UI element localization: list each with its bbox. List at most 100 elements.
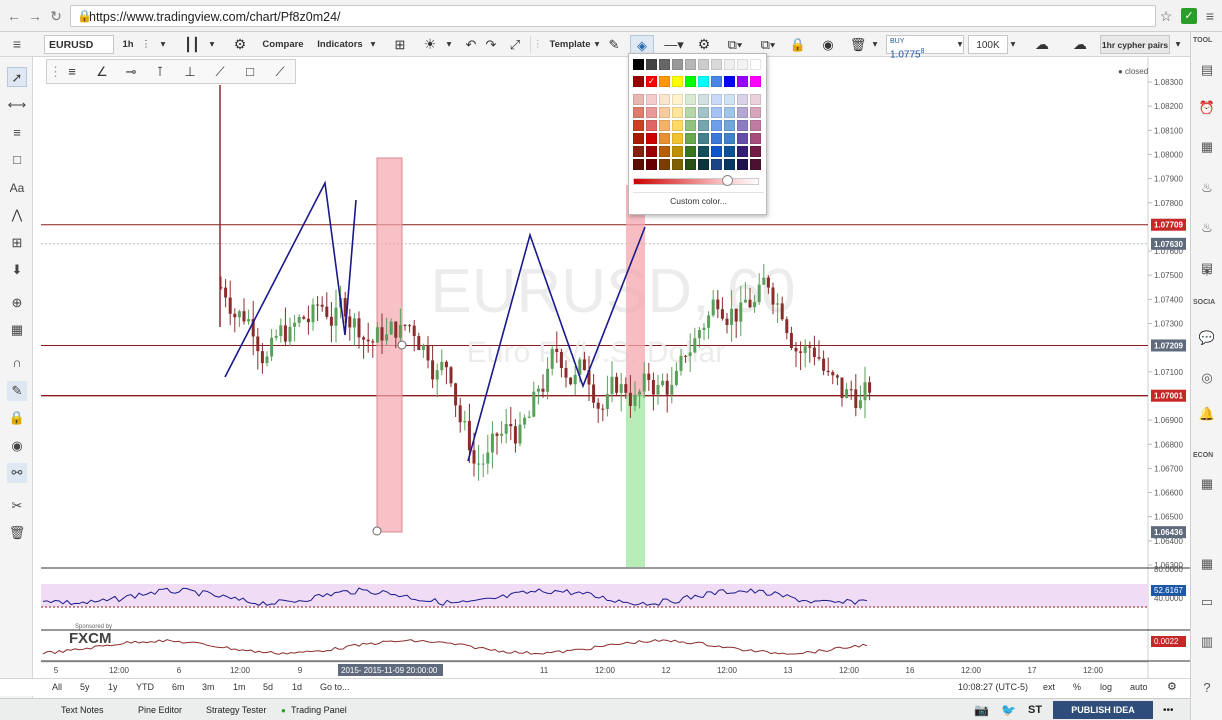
parallel-lines-icon[interactable]: ≡ [7, 123, 27, 143]
color-swatch[interactable] [724, 59, 735, 70]
watchlist-icon[interactable]: ▤ [1197, 60, 1217, 80]
publish-idea-button[interactable]: PUBLISH IDEA [1053, 701, 1153, 719]
alert-icon[interactable]: ⊞ [389, 35, 411, 54]
chevron-down-icon[interactable]: ▾ [156, 35, 170, 54]
color-swatch[interactable] [672, 94, 683, 105]
color-swatch[interactable] [737, 107, 748, 118]
redo-icon[interactable]: ↷ [481, 35, 501, 54]
undo-icon[interactable]: ↶ [461, 35, 481, 54]
color-swatch[interactable] [672, 59, 683, 70]
range-5d[interactable]: 5d [263, 682, 273, 692]
trash-icon[interactable]: 🗑 [7, 523, 27, 543]
line-color-icon[interactable]: ✎ [604, 35, 624, 54]
color-swatch[interactable] [659, 159, 670, 170]
color-swatch[interactable] [737, 159, 748, 170]
color-swatch[interactable] [646, 107, 657, 118]
lock-icon[interactable]: 🔒 [788, 35, 808, 54]
opacity-slider[interactable] [633, 178, 759, 185]
chat-icon[interactable]: ▭ [1197, 592, 1217, 612]
color-swatch[interactable] [698, 159, 709, 170]
hotlist-fire-icon[interactable]: ♨ [1197, 218, 1217, 238]
color-swatch[interactable] [633, 76, 644, 87]
candle-style-icon[interactable]: ┃┃ [181, 35, 203, 54]
color-swatch[interactable] [633, 94, 644, 105]
visual-order-icon[interactable]: ⧉▾ [723, 35, 747, 54]
color-swatch[interactable] [698, 146, 709, 157]
stream-icon[interactable]: ◎ [1197, 368, 1217, 388]
line-width-icon[interactable]: —▾ [660, 35, 688, 54]
chevron-down-icon[interactable]: ▾ [1008, 35, 1018, 54]
magnet-icon[interactable]: ∩ [7, 353, 27, 373]
color-swatch[interactable] [685, 120, 696, 131]
color-swatch[interactable] [724, 146, 735, 157]
color-swatch[interactable] [659, 133, 670, 144]
color-swatch[interactable] [737, 59, 748, 70]
fullscreen-icon[interactable]: ⤢ [505, 35, 525, 54]
buy-box[interactable]: BUY 1.07758 [886, 35, 964, 60]
back-icon[interactable]: ← [6, 8, 22, 24]
color-swatch[interactable] [750, 146, 761, 157]
color-swatch[interactable] [750, 76, 761, 87]
trash-icon[interactable]: 🗑 [848, 35, 868, 54]
angle-icon[interactable]: ∠ [92, 63, 112, 81]
color-swatch[interactable] [646, 146, 657, 157]
date-range-icon[interactable]: ⊥ [180, 63, 200, 81]
color-swatch[interactable] [633, 59, 644, 70]
forward-icon[interactable]: → [27, 8, 43, 24]
reload-icon[interactable]: ↻ [48, 8, 64, 24]
settings-gear-icon[interactable]: ⚙ [694, 35, 714, 54]
color-swatch[interactable] [659, 120, 670, 131]
color-swatch[interactable] [750, 133, 761, 144]
color-swatch[interactable] [737, 146, 748, 157]
color-swatch[interactable] [672, 107, 683, 118]
help-icon[interactable]: ? [1197, 678, 1217, 698]
layout-name-button[interactable]: 1hr cypher pairs [1100, 35, 1170, 54]
color-swatch[interactable] [698, 59, 709, 70]
sun-icon[interactable]: ☀ [1197, 262, 1217, 282]
tab-pine-editor[interactable]: Pine Editor [138, 703, 182, 718]
ext-toggle[interactable]: ext [1043, 682, 1055, 692]
arrow-down-icon[interactable]: ⬇ [7, 260, 27, 280]
star-icon[interactable]: ☆ [1158, 8, 1174, 24]
color-swatch[interactable] [672, 146, 683, 157]
calendar-icon[interactable]: ▦ [1197, 474, 1217, 494]
hamburger-icon[interactable]: ≡ [3, 35, 31, 54]
color-swatch[interactable] [633, 107, 644, 118]
indicators-button[interactable]: Indicators [314, 35, 366, 54]
range-1m[interactable]: 1m [233, 682, 246, 692]
color-swatch[interactable] [698, 120, 709, 131]
color-swatch[interactable] [672, 133, 683, 144]
color-swatch[interactable] [711, 94, 722, 105]
color-swatch[interactable] [711, 146, 722, 157]
color-swatch[interactable] [711, 59, 722, 70]
range-1d[interactable]: 1d [292, 682, 302, 692]
color-swatch[interactable] [685, 159, 696, 170]
custom-color-button[interactable]: Custom color... [633, 192, 764, 208]
chevron-down-icon[interactable]: ▾ [870, 35, 880, 54]
fill-color-icon[interactable]: ◈ [630, 35, 654, 54]
stocktwits-label[interactable]: ST [1028, 703, 1042, 718]
color-swatch[interactable] [724, 120, 735, 131]
color-swatch[interactable] [646, 133, 657, 144]
color-swatch[interactable] [633, 133, 644, 144]
color-swatch[interactable] [672, 76, 683, 87]
range-1y[interactable]: 1y [108, 682, 118, 692]
chevron-down-icon[interactable]: ▾ [593, 35, 601, 54]
color-swatch[interactable] [724, 107, 735, 118]
color-swatch[interactable] [659, 94, 670, 105]
drag-handle-icon[interactable]: ⋮ [49, 63, 62, 81]
color-swatch[interactable] [659, 146, 670, 157]
twitter-icon[interactable]: 🐦 [1001, 703, 1016, 718]
color-swatch[interactable] [698, 94, 709, 105]
chevron-down-icon[interactable]: ▾ [1172, 35, 1184, 54]
color-swatch[interactable] [685, 133, 696, 144]
color-swatch[interactable] [750, 59, 761, 70]
color-swatch[interactable] [685, 94, 696, 105]
eye-icon[interactable]: ◉ [7, 436, 27, 456]
color-swatch[interactable] [633, 146, 644, 157]
address-bar[interactable]: 🔒 https://www.tradingview.com/chart/Pf8z… [70, 5, 1156, 27]
color-swatch[interactable] [633, 120, 644, 131]
color-swatch[interactable] [646, 94, 657, 105]
quantity-input[interactable]: 100K [968, 35, 1008, 54]
line-icon[interactable]: ⟋ [210, 63, 230, 81]
